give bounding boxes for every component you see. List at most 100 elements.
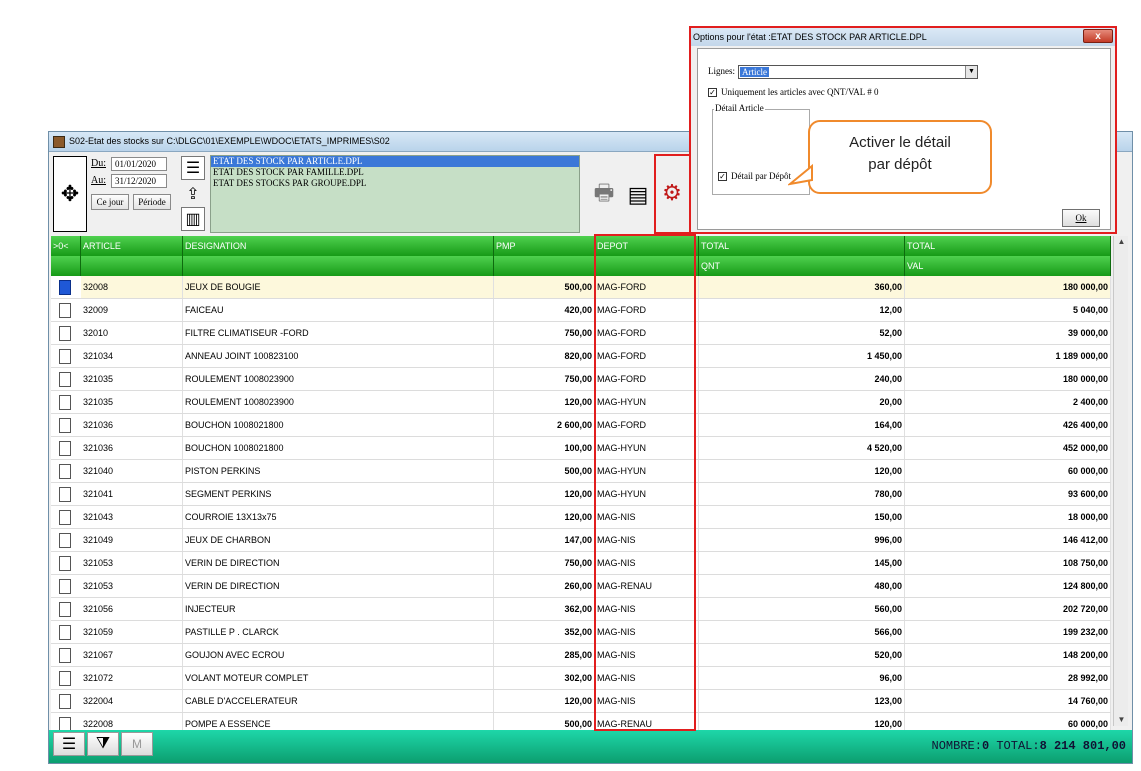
callout-line-2: par dépôt (868, 156, 932, 173)
close-button[interactable]: x (1083, 29, 1113, 43)
scroll-up-icon[interactable]: ▲ (1114, 236, 1129, 248)
cell-pmp: 500,00 (494, 460, 595, 482)
filter-icon[interactable]: ⧩ (87, 732, 119, 756)
row-checkbox[interactable] (59, 510, 71, 525)
header-article[interactable]: ARTICLE (81, 236, 183, 256)
uniquement-checkbox[interactable]: ✓ (708, 88, 717, 98)
settings-sliders-icon[interactable]: ☰ (181, 156, 205, 180)
chevron-down-icon[interactable]: ▼ (965, 66, 977, 78)
table-row[interactable]: 32008 JEUX DE BOUGIE 500,00 MAG-FORD 360,00 1… (51, 276, 1111, 299)
table-row[interactable]: 321040 PISTON PERKINS 500,00 MAG-HYUN 120,00… (51, 460, 1111, 483)
row-checkbox[interactable] (59, 694, 71, 709)
row-checkbox[interactable] (59, 648, 71, 663)
cell-pmp: 750,00 (494, 322, 595, 344)
cell-total-qnt: 164,00 (699, 414, 905, 436)
total-value: 8 214 801,00 (1039, 739, 1126, 753)
au-date-input[interactable]: 31/12/2020 (111, 174, 167, 188)
preview-icon[interactable]: 🖶 (589, 180, 619, 210)
periode-button[interactable]: Période (133, 194, 171, 210)
header-designation[interactable]: DESIGNATION (183, 236, 494, 256)
footer-bar: ☰ ⧩ M NOMBRE:0 TOTAL:8 214 801,00 (49, 730, 1132, 763)
header-total-val[interactable]: TOTAL (905, 236, 1111, 256)
select-all-header[interactable]: >0< (51, 236, 81, 256)
report-list-item[interactable]: ETAT DES STOCKS PAR GROUPE.DPL (211, 178, 579, 189)
header-total-qnt[interactable]: TOTAL (699, 236, 905, 256)
row-checkbox[interactable] (59, 280, 71, 295)
cell-designation: BOUCHON 1008021800 (183, 414, 494, 436)
barcode-icon[interactable]: ▥ (181, 207, 205, 231)
cell-designation: SEGMENT PERKINS (183, 483, 494, 505)
table-row[interactable]: 321056 INJECTEUR 362,00 MAG-NIS 560,00 202 72… (51, 598, 1111, 621)
menu-icon[interactable]: ☰ (53, 732, 85, 756)
table-row[interactable]: 321053 VERIN DE DIRECTION 260,00 MAG-RENAU 4… (51, 575, 1111, 598)
cell-total-val: 199 232,00 (905, 621, 1111, 643)
table-row[interactable]: 321035 ROULEMENT 1008023900 750,00 MAG-FORD… (51, 368, 1111, 391)
export-xls-icon[interactable]: ▤ (623, 180, 653, 210)
table-row[interactable]: 321059 PASTILLE P . CLARCK 352,00 MAG-NIS 56… (51, 621, 1111, 644)
report-list-item[interactable]: ETAT DES STOCK PAR FAMILLE.DPL (211, 167, 579, 178)
cell-article: 322004 (81, 690, 183, 712)
row-checkbox[interactable] (59, 349, 71, 364)
callout-line-1: Activer le détail (849, 134, 951, 151)
row-checkbox[interactable] (59, 395, 71, 410)
uniquement-option[interactable]: ✓ Uniquement les articles avec QNT/VAL # … (708, 87, 878, 98)
cell-total-qnt: 20,00 (699, 391, 905, 413)
cell-pmp: 362,00 (494, 598, 595, 620)
upload-icon[interactable]: ⇪ (181, 182, 205, 206)
row-checkbox[interactable] (59, 441, 71, 456)
row-checkbox[interactable] (59, 579, 71, 594)
table-row[interactable]: 321067 GOUJON AVEC ECROU 285,00 MAG-NIS 520,… (51, 644, 1111, 667)
m-button[interactable]: M (121, 732, 153, 756)
cell-total-qnt: 123,00 (699, 690, 905, 712)
report-list-item[interactable]: ETAT DES STOCK PAR ARTICLE.DPL (211, 156, 579, 167)
row-checkbox[interactable] (59, 464, 71, 479)
table-row[interactable]: 321049 JEUX DE CHARBON 147,00 MAG-NIS 996,00… (51, 529, 1111, 552)
row-checkbox[interactable] (59, 326, 71, 341)
detail-depot-option[interactable]: ✓ Détail par Dépôt (718, 171, 791, 182)
ce-jour-button[interactable]: Ce jour (91, 194, 129, 210)
row-checkbox[interactable] (59, 418, 71, 433)
row-checkbox[interactable] (59, 303, 71, 318)
cell-article: 321035 (81, 368, 183, 390)
table-row[interactable]: 32009 FAICEAU 420,00 MAG-FORD 12,00 5 040,00 (51, 299, 1111, 322)
table-row[interactable]: 321053 VERIN DE DIRECTION 750,00 MAG-NIS 145… (51, 552, 1111, 575)
cell-article: 32009 (81, 299, 183, 321)
table-row[interactable]: 321035 ROULEMENT 1008023900 120,00 MAG-HYUN… (51, 391, 1111, 414)
lignes-select[interactable]: Article ▼ (738, 65, 978, 79)
cell-article: 321053 (81, 552, 183, 574)
row-checkbox[interactable] (59, 556, 71, 571)
cell-total-val: 180 000,00 (905, 276, 1111, 298)
row-checkbox[interactable] (59, 602, 71, 617)
navigation-arrows-icon[interactable]: ✥ (53, 156, 87, 232)
table-row[interactable]: 321036 BOUCHON 1008021800 100,00 MAG-HYUN 4 … (51, 437, 1111, 460)
cell-pmp: 820,00 (494, 345, 595, 367)
cell-pmp: 120,00 (494, 483, 595, 505)
cell-total-val: 93 600,00 (905, 483, 1111, 505)
table-row[interactable]: 321043 COURROIE 13X13x75 120,00 MAG-NIS 150,… (51, 506, 1111, 529)
row-checkbox[interactable] (59, 533, 71, 548)
vertical-scrollbar[interactable]: ▲ ▼ (1113, 236, 1128, 726)
table-row[interactable]: 321041 SEGMENT PERKINS 120,00 MAG-HYUN 780,0… (51, 483, 1111, 506)
cell-pmp: 750,00 (494, 552, 595, 574)
cell-total-qnt: 566,00 (699, 621, 905, 643)
row-checkbox[interactable] (59, 372, 71, 387)
ok-button[interactable]: Ok (1062, 209, 1100, 227)
scroll-down-icon[interactable]: ▼ (1114, 714, 1129, 726)
table-row[interactable]: 321034 ANNEAU JOINT 100823100 820,00 MAG-FO… (51, 345, 1111, 368)
row-checkbox[interactable] (59, 487, 71, 502)
table-row[interactable]: 32010 FILTRE CLIMATISEUR -FORD 750,00 MAG-F… (51, 322, 1111, 345)
cell-total-qnt: 240,00 (699, 368, 905, 390)
table-row[interactable]: 321036 BOUCHON 1008021800 2 600,00 MAG-FORD… (51, 414, 1111, 437)
table-row[interactable]: 321072 VOLANT MOTEUR COMPLET 302,00 MAG-NIS… (51, 667, 1111, 690)
table-subheader-row: QNT VAL (51, 256, 1111, 276)
detail-depot-checkbox[interactable]: ✓ (718, 172, 727, 182)
report-list[interactable]: ETAT DES STOCK PAR ARTICLE.DPL ETAT DES … (210, 155, 580, 233)
nombre-label: NOMBRE: (931, 739, 982, 753)
table-row[interactable]: 322004 CABLE D'ACCELERATEUR 120,00 MAG-NIS 1… (51, 690, 1111, 713)
header-pmp[interactable]: PMP (494, 236, 595, 256)
detail-depot-label: Détail par Dépôt (731, 171, 791, 181)
cell-total-val: 2 400,00 (905, 391, 1111, 413)
row-checkbox[interactable] (59, 625, 71, 640)
du-date-input[interactable]: 01/01/2020 (111, 157, 167, 171)
row-checkbox[interactable] (59, 671, 71, 686)
